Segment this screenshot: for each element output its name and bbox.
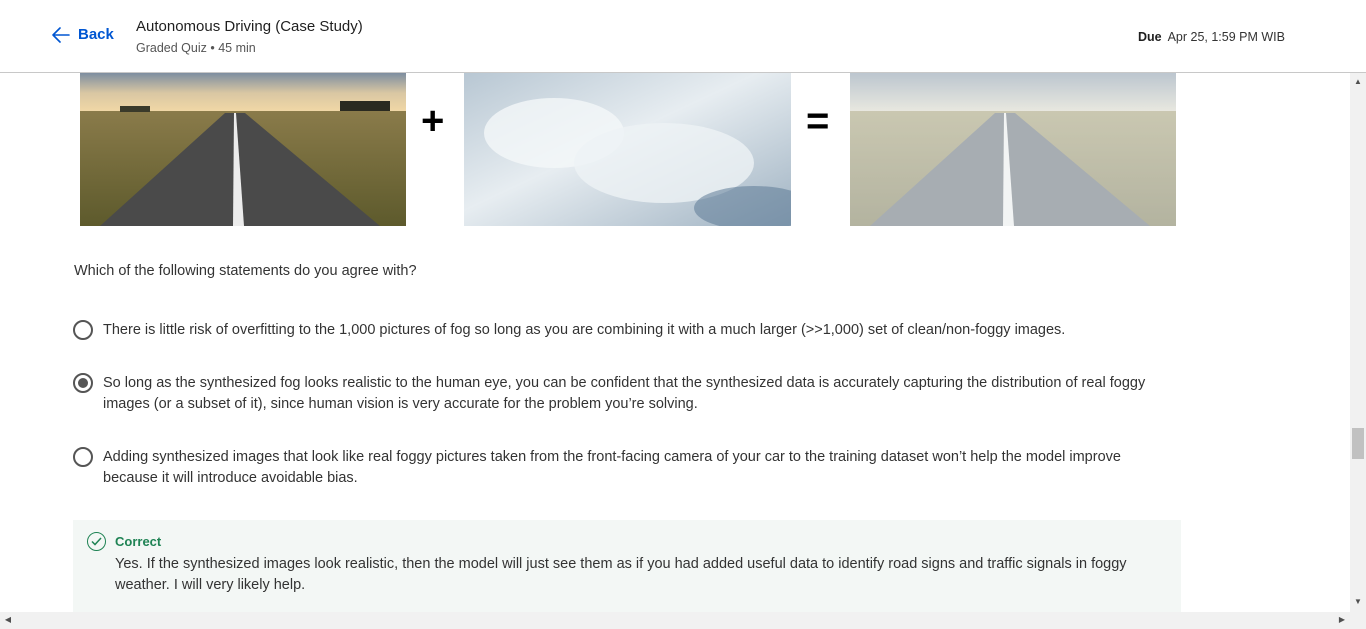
- scroll-left-arrow-icon[interactable]: ◀: [0, 615, 16, 624]
- foggy-road-image: [850, 73, 1176, 226]
- check-circle-icon: [87, 532, 106, 551]
- clear-road-image: [80, 73, 406, 226]
- feedback-panel: Correct Yes. If the synthesized images l…: [73, 520, 1181, 612]
- answer-option-2[interactable]: So long as the synthesized fog looks rea…: [73, 373, 1168, 415]
- option-text: Adding synthesized images that look like…: [103, 449, 1121, 486]
- back-label: Back: [78, 26, 114, 43]
- due-value: Apr 25, 1:59 PM WIB: [1167, 30, 1285, 44]
- equals-symbol: =: [806, 99, 830, 143]
- arrow-left-icon: [52, 26, 70, 43]
- scroll-right-arrow-icon[interactable]: ▶: [1334, 615, 1350, 624]
- horizontal-scrollbar[interactable]: ◀ ▶: [0, 612, 1366, 629]
- answer-option-1[interactable]: There is little risk of overfitting to t…: [73, 320, 1168, 341]
- page-subtitle: Graded Quiz • 45 min: [136, 41, 256, 55]
- page-title: Autonomous Driving (Case Study): [136, 18, 363, 35]
- vertical-scroll-thumb[interactable]: [1352, 428, 1364, 459]
- fog-image: [464, 73, 791, 226]
- scroll-down-arrow-icon[interactable]: ▼: [1350, 597, 1366, 606]
- feedback-header: Correct: [87, 532, 1167, 551]
- feedback-status: Correct: [115, 534, 162, 549]
- back-button[interactable]: Back: [52, 26, 114, 43]
- plus-symbol: +: [421, 99, 445, 143]
- radio-button[interactable]: [73, 320, 93, 340]
- answer-option-3[interactable]: Adding synthesized images that look like…: [73, 447, 1168, 489]
- due-date: Due Apr 25, 1:59 PM WIB: [1138, 30, 1285, 44]
- vertical-scrollbar[interactable]: ▲ ▼: [1350, 73, 1366, 612]
- option-text: There is little risk of overfitting to t…: [103, 322, 1066, 338]
- feedback-text: Yes. If the synthesized images look real…: [115, 556, 1127, 593]
- option-text: So long as the synthesized fog looks rea…: [103, 375, 1146, 412]
- radio-button-selected[interactable]: [73, 373, 93, 393]
- scroll-up-arrow-icon[interactable]: ▲: [1350, 77, 1366, 86]
- question-prompt: Which of the following statements do you…: [74, 263, 417, 279]
- quiz-content: + = Which of the following statements do…: [0, 73, 1350, 612]
- due-label: Due: [1137, 30, 1162, 44]
- radio-button[interactable]: [73, 447, 93, 467]
- quiz-header: Back Autonomous Driving (Case Study) Gra…: [0, 0, 1366, 73]
- title-block: Autonomous Driving (Case Study) Graded Q…: [136, 17, 363, 55]
